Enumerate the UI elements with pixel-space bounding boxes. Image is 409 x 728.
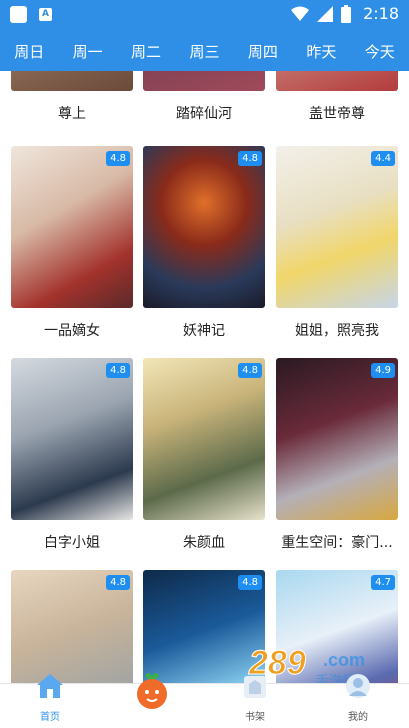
comic-title[interactable]: 朱颜血 bbox=[137, 532, 271, 552]
tab-sunday[interactable]: 周日 bbox=[0, 41, 58, 62]
rating-badge: 4.8 bbox=[106, 575, 130, 590]
comic-cover[interactable]: 4.4 bbox=[276, 146, 398, 308]
app-notification-icon: A bbox=[39, 8, 52, 21]
rating-badge: 4.4 bbox=[371, 151, 395, 166]
nav-profile-label: 我的 bbox=[348, 712, 368, 723]
comic-cover[interactable] bbox=[11, 71, 133, 91]
rating-badge: 4.8 bbox=[106, 151, 130, 166]
tab-tuesday[interactable]: 周二 bbox=[117, 41, 175, 62]
battery-icon bbox=[341, 4, 352, 23]
clock: 2:18 bbox=[363, 4, 399, 23]
wifi-icon bbox=[291, 6, 310, 21]
bottom-nav: 首页 书架 我的 bbox=[0, 673, 409, 728]
comic-title[interactable]: 盖世帝尊 bbox=[270, 103, 404, 123]
comic-grid: 尊上 踏碎仙河 盖世帝尊 4.8 一品嫡女 4.8 妖神记 4.4 姐姐，照亮我… bbox=[0, 71, 409, 683]
rating-badge: 4.7 bbox=[371, 575, 395, 590]
nav-home[interactable]: 首页 bbox=[22, 674, 78, 728]
profile-icon bbox=[346, 674, 370, 698]
nav-home-label: 首页 bbox=[40, 712, 60, 723]
comic-cover[interactable]: 4.9 bbox=[276, 358, 398, 520]
comic-cover[interactable]: 4.8 bbox=[143, 570, 265, 683]
rating-badge: 4.8 bbox=[238, 575, 262, 590]
tab-yesterday[interactable]: 昨天 bbox=[292, 41, 350, 62]
comic-cover[interactable]: 4.8 bbox=[143, 358, 265, 520]
comic-cover[interactable]: 4.8 bbox=[143, 146, 265, 308]
tab-thursday[interactable]: 周四 bbox=[234, 41, 292, 62]
nav-profile[interactable]: 我的 bbox=[330, 674, 386, 728]
day-tabs: 周日 周一 周二 周三 周四 昨天 今天 bbox=[0, 31, 409, 71]
comic-cover[interactable]: 4.8 bbox=[11, 570, 133, 683]
rating-badge: 4.9 bbox=[371, 363, 395, 378]
comic-cover[interactable] bbox=[143, 71, 265, 91]
comic-title[interactable]: 妖神记 bbox=[137, 320, 271, 340]
tab-today[interactable]: 今天 bbox=[351, 41, 409, 62]
tab-wednesday[interactable]: 周三 bbox=[175, 41, 233, 62]
nav-bookshelf-label: 书架 bbox=[245, 712, 265, 723]
bookshelf-icon bbox=[244, 676, 266, 698]
rating-badge: 4.8 bbox=[106, 363, 130, 378]
comic-cover[interactable]: 4.8 bbox=[11, 146, 133, 308]
comic-title[interactable]: 白字小姐 bbox=[5, 532, 139, 552]
rating-badge: 4.8 bbox=[238, 363, 262, 378]
signal-icon bbox=[317, 5, 334, 22]
tab-monday[interactable]: 周一 bbox=[58, 41, 116, 62]
nav-discover[interactable] bbox=[124, 673, 180, 728]
fruit-icon bbox=[137, 673, 167, 709]
comic-title[interactable]: 尊上 bbox=[5, 103, 139, 123]
comic-title[interactable]: 姐姐，照亮我 bbox=[270, 320, 404, 340]
comic-title[interactable]: 重生空间：豪门... bbox=[270, 532, 404, 552]
comic-title[interactable]: 一品嫡女 bbox=[5, 320, 139, 340]
comic-cover[interactable]: 4.8 bbox=[11, 358, 133, 520]
rating-badge: 4.8 bbox=[238, 151, 262, 166]
nav-bookshelf[interactable]: 书架 bbox=[227, 676, 283, 728]
comic-cover[interactable] bbox=[276, 71, 398, 91]
notification-icon bbox=[10, 6, 27, 23]
comic-title[interactable]: 踏碎仙河 bbox=[137, 103, 271, 123]
comic-cover[interactable]: 4.7 bbox=[276, 570, 398, 683]
status-bar: A 2:18 bbox=[0, 0, 409, 31]
home-icon bbox=[37, 674, 63, 698]
